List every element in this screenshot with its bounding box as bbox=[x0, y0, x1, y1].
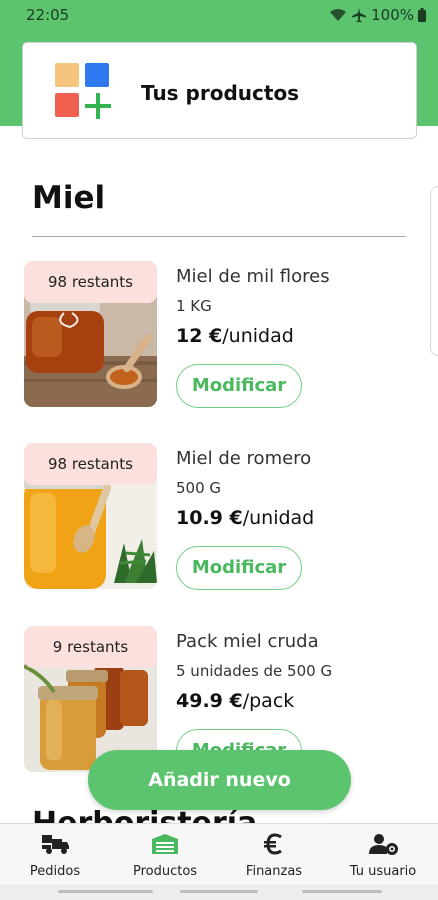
nav-item-finanzas[interactable]: Finanzas bbox=[219, 824, 329, 886]
category-divider bbox=[32, 236, 406, 237]
product-quantity: 500 G bbox=[176, 479, 222, 497]
store-icon bbox=[110, 831, 220, 857]
product-item: 98 restants Miel de mil flores 1 KG 12 €… bbox=[24, 261, 419, 411]
product-quantity: 5 unidades de 500 G bbox=[176, 662, 333, 680]
category-title: Miel bbox=[32, 180, 106, 216]
product-price: 12 €/unidad bbox=[176, 325, 294, 347]
gesture-pill bbox=[180, 890, 258, 893]
nav-label: Tu usuario bbox=[349, 864, 417, 879]
nav-item-productos[interactable]: Productos bbox=[110, 824, 220, 886]
nav-item-pedidos[interactable]: Pedidos bbox=[0, 824, 110, 886]
nav-label: Pedidos bbox=[29, 864, 81, 879]
status-bar: 22:05 100% bbox=[0, 0, 438, 30]
gesture-pill bbox=[302, 890, 382, 893]
product-image: 98 restants bbox=[24, 443, 157, 589]
user-settings-icon bbox=[328, 831, 438, 857]
system-gesture-bar bbox=[0, 885, 438, 900]
status-time: 22:05 bbox=[26, 6, 70, 24]
battery-icon bbox=[418, 8, 426, 22]
price-amount: 12 € bbox=[176, 325, 223, 347]
product-price: 10.9 €/unidad bbox=[176, 507, 314, 529]
products-logo-icon bbox=[55, 63, 111, 119]
bottom-navigation: Pedidos Productos Finanzas Tu usuario bbox=[0, 823, 438, 885]
page-title: Tus productos bbox=[141, 81, 300, 105]
price-amount: 10.9 € bbox=[176, 507, 243, 529]
product-name: Miel de romero bbox=[176, 448, 312, 469]
euro-icon bbox=[219, 831, 329, 857]
stock-badge: 9 restants bbox=[24, 626, 157, 668]
product-item: 98 restants Miel de romero 500 G 10.9 €/… bbox=[24, 443, 419, 593]
battery-level: 100% bbox=[371, 6, 414, 24]
nav-item-tu-usuario[interactable]: Tu usuario bbox=[328, 824, 438, 886]
airplane-mode-icon bbox=[351, 7, 367, 23]
product-price: 49.9 €/pack bbox=[176, 690, 294, 712]
stock-badge: 98 restants bbox=[24, 261, 157, 303]
price-unit: /pack bbox=[242, 690, 295, 712]
add-new-button[interactable]: Añadir nuevo bbox=[88, 750, 351, 810]
product-image: 98 restants bbox=[24, 261, 157, 407]
price-unit: /unidad bbox=[242, 507, 315, 529]
status-icons: 100% bbox=[329, 6, 426, 24]
stock-badge: 98 restants bbox=[24, 443, 157, 485]
modify-button[interactable]: Modificar bbox=[176, 364, 302, 408]
price-unit: /unidad bbox=[222, 325, 294, 347]
nav-label: Finanzas bbox=[245, 864, 303, 879]
horizontal-scroll-card[interactable] bbox=[430, 186, 438, 356]
nav-label: Productos bbox=[132, 864, 198, 879]
product-name: Miel de mil flores bbox=[176, 266, 330, 287]
gesture-pill bbox=[58, 890, 153, 893]
wifi-icon bbox=[329, 8, 347, 22]
product-quantity: 1 KG bbox=[176, 297, 212, 315]
price-amount: 49.9 € bbox=[176, 690, 243, 712]
products-header-card: Tus productos bbox=[22, 42, 417, 139]
product-name: Pack miel cruda bbox=[176, 631, 319, 652]
modify-button[interactable]: Modificar bbox=[176, 546, 302, 590]
delivery-truck-icon bbox=[0, 831, 110, 857]
